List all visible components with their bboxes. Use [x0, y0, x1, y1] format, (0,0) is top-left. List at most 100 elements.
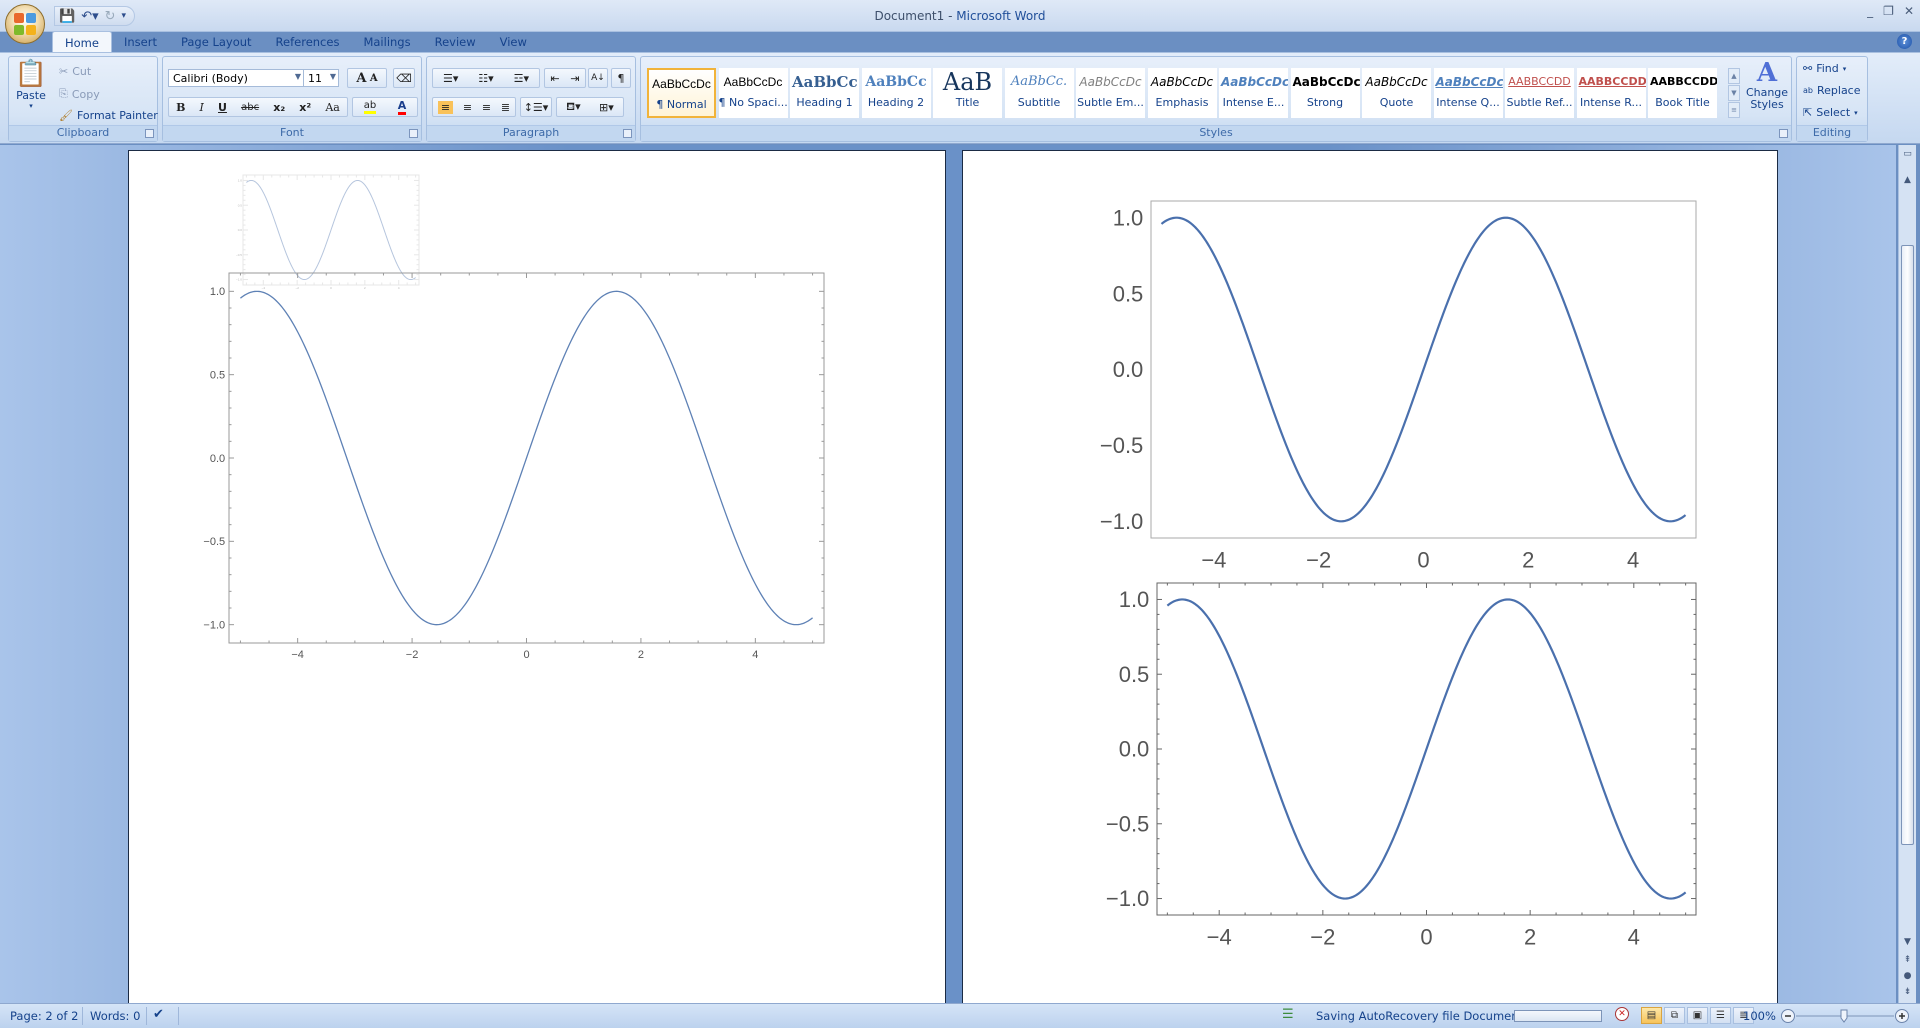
style-emphasis[interactable]: AaBbCcDc Emphasis — [1147, 68, 1217, 118]
numbering-icon[interactable]: ☷▾ — [478, 72, 493, 85]
scroll-down-icon[interactable]: ▼ — [1900, 935, 1915, 949]
full-screen-reading-icon[interactable]: ⧉ — [1664, 1007, 1685, 1024]
redo-icon[interactable]: ↻ — [105, 9, 116, 24]
undo-icon[interactable]: ↶▾ — [81, 9, 98, 24]
scroll-thumb[interactable] — [1901, 245, 1914, 845]
align-left-button[interactable]: ≡ — [437, 100, 454, 114]
bullets-icon[interactable]: ☰▾ — [443, 72, 458, 85]
previous-page-icon[interactable]: ⇞ — [1900, 953, 1915, 967]
gallery-down-icon[interactable]: ▼ — [1728, 85, 1740, 101]
align-center-button[interactable]: ≡ — [463, 101, 472, 114]
bold-button[interactable]: B — [176, 101, 185, 114]
zoom-thumb[interactable] — [1840, 1009, 1848, 1023]
style-book-title[interactable]: AABBCCDD Book Title — [1648, 68, 1717, 118]
font-dialog-launcher[interactable] — [409, 129, 418, 138]
sort-button[interactable]: A↓ — [588, 68, 608, 88]
styles-dialog-launcher[interactable] — [1779, 129, 1788, 138]
paragraph-dialog-launcher[interactable] — [623, 129, 632, 138]
style-intense-q[interactable]: AaBbCcDc Intense Q... — [1433, 68, 1503, 118]
sine-chart-right-top[interactable]: −4 −2 0 2 4 −1.0 −0.5 0.0 0.5 1.0 — [1051, 200, 1697, 586]
style-heading-2[interactable]: AaBbCc Heading 2 — [861, 68, 931, 118]
sine-chart-left[interactable]: −4 −2 0 2 4 −1.0 −0.5 0.0 0.5 1.0 — [179, 272, 825, 683]
outline-view-icon[interactable]: ☰ — [1710, 1007, 1731, 1024]
style-strong[interactable]: AaBbCcDc Strong — [1290, 68, 1360, 118]
underline-button[interactable]: U — [218, 101, 227, 114]
page-count[interactable]: Page: 2 of 2 — [10, 1009, 78, 1023]
next-page-icon[interactable]: ⇟ — [1900, 985, 1915, 999]
save-icon[interactable]: 💾 — [59, 9, 75, 24]
decrease-indent-icon[interactable]: ⇤ — [550, 72, 559, 85]
copy-button[interactable]: ⎘ Copy — [59, 87, 100, 101]
tab-page-layout[interactable]: Page Layout — [169, 31, 264, 53]
align-right-button[interactable]: ≡ — [482, 101, 491, 114]
style-subtitle[interactable]: AaBbCc. Subtitle — [1004, 68, 1074, 118]
format-painter-button[interactable]: 🖌 Format Painter — [59, 109, 158, 122]
sine-chart-right-bottom[interactable]: −4 −2 0 2 4 −1.0 −0.5 0.0 0.5 1.0 — [1051, 582, 1697, 968]
replace-button[interactable]: ab Replace — [1803, 84, 1861, 97]
clear-formatting-button[interactable]: ⌫ — [393, 68, 415, 88]
style-intense-e[interactable]: AaBbCcDc Intense E... — [1219, 68, 1288, 118]
justify-button[interactable]: ≣ — [501, 101, 510, 114]
gallery-up-icon[interactable]: ▲ — [1728, 68, 1740, 84]
font-name-select[interactable]: Calibri (Body) ▼ — [168, 69, 304, 87]
subscript-button[interactable]: x₂ — [273, 101, 285, 114]
show-hide-button[interactable]: ¶ — [611, 68, 631, 88]
document-page-2[interactable]: −4 −2 0 2 4 −1.0 −0.5 0.0 0.5 1.0 −4 −2 0 2 4 −1.0 −0.5… — [962, 150, 1778, 1003]
scroll-up-icon[interactable]: ▲ — [1900, 173, 1915, 187]
office-button[interactable] — [5, 4, 45, 44]
tab-review[interactable]: Review — [423, 31, 488, 53]
multilevel-list-icon[interactable]: ☲▾ — [514, 72, 529, 85]
grow-font-button[interactable]: A — [356, 71, 366, 86]
web-layout-icon[interactable]: ▣ — [1687, 1007, 1708, 1024]
print-layout-view-icon[interactable]: ▤ — [1641, 1007, 1662, 1024]
shading-icon[interactable]: ⛾▾ — [566, 100, 581, 115]
y-tick-label: −0.5 — [1100, 433, 1143, 458]
restore-icon[interactable]: ❐ — [1883, 4, 1894, 18]
ruler-toggle-icon[interactable]: ▭ — [1900, 147, 1915, 161]
italic-button[interactable]: I — [200, 101, 204, 114]
increase-indent-icon[interactable]: ⇥ — [570, 72, 579, 85]
find-button[interactable]: ⚯ Find ▾ — [1803, 62, 1846, 75]
change-case-button[interactable]: Aa — [325, 101, 340, 114]
word-count[interactable]: Words: 0 — [90, 1009, 140, 1023]
tab-home[interactable]: Home — [52, 31, 112, 53]
document-page-1[interactable]: −4 −2 0 2 4 −1.0 −0.5 0.0 0.5 1.0 −4 −2 0 2 4 −1.0 −0.5… — [128, 150, 946, 1003]
browse-object-icon[interactable]: ● — [1900, 969, 1915, 983]
superscript-button[interactable]: x² — [299, 101, 311, 114]
tab-view[interactable]: View — [488, 31, 539, 53]
proofing-icon[interactable]: ✔ — [153, 1007, 164, 1022]
cut-button[interactable]: ✂ Cut — [59, 65, 91, 78]
zoom-level[interactable]: 100% — [1743, 1009, 1776, 1023]
style-no-spaci[interactable]: AaBbCcDc ¶ No Spaci... — [718, 68, 788, 118]
vertical-scrollbar[interactable]: ▭ ▲ ▼ ⇞ ● ⇟ — [1898, 145, 1916, 1003]
paste-button[interactable]: 📋 Paste ▾ — [15, 59, 47, 110]
customize-qat-icon[interactable]: ▾ — [122, 11, 127, 21]
font-color-button[interactable]: A — [397, 99, 407, 115]
style-title[interactable]: AaB Title — [933, 68, 1002, 118]
tab-insert[interactable]: Insert — [112, 31, 169, 53]
change-styles-button[interactable]: A Change Styles — [1745, 59, 1789, 111]
style-heading-1[interactable]: AaBbCc Heading 1 — [790, 68, 859, 118]
gallery-more-icon[interactable]: ≡ — [1728, 102, 1740, 118]
style-subtle-ref[interactable]: AABBCCDD Subtle Ref... — [1505, 68, 1574, 118]
style-intense-r[interactable]: AABBCCDD Intense R... — [1576, 68, 1646, 118]
tab-mailings[interactable]: Mailings — [351, 31, 422, 53]
close-icon[interactable]: ✕ — [1904, 4, 1914, 18]
clipboard-dialog-launcher[interactable] — [145, 129, 154, 138]
shrink-font-button[interactable]: A — [370, 73, 378, 84]
tab-references[interactable]: References — [264, 31, 352, 53]
strikethrough-button[interactable]: abc — [241, 102, 259, 113]
line-spacing-button[interactable]: ↕☰▾ — [520, 97, 552, 117]
highlight-button[interactable]: ab — [363, 100, 377, 114]
minimize-icon[interactable]: _ — [1867, 4, 1873, 18]
zoom-slider[interactable] — [1780, 1008, 1910, 1024]
help-icon[interactable]: ? — [1897, 34, 1912, 49]
select-button[interactable]: ⇱ Select ▾ — [1803, 106, 1858, 119]
font-size-select[interactable]: 11 ▼ — [303, 69, 339, 87]
cancel-save-icon[interactable]: ✕ — [1615, 1007, 1629, 1021]
borders-icon[interactable]: ⊞▾ — [599, 101, 614, 114]
style-quote[interactable]: AaBbCcDc Quote — [1362, 68, 1431, 118]
thumbnail-chart[interactable]: −4 −2 0 2 4−1.0−0.50.00.51.0 — [235, 173, 425, 290]
style-subtle-em[interactable]: AaBbCcDc Subtle Em... — [1076, 68, 1145, 118]
style-normal[interactable]: AaBbCcDc ¶ Normal — [647, 68, 716, 118]
